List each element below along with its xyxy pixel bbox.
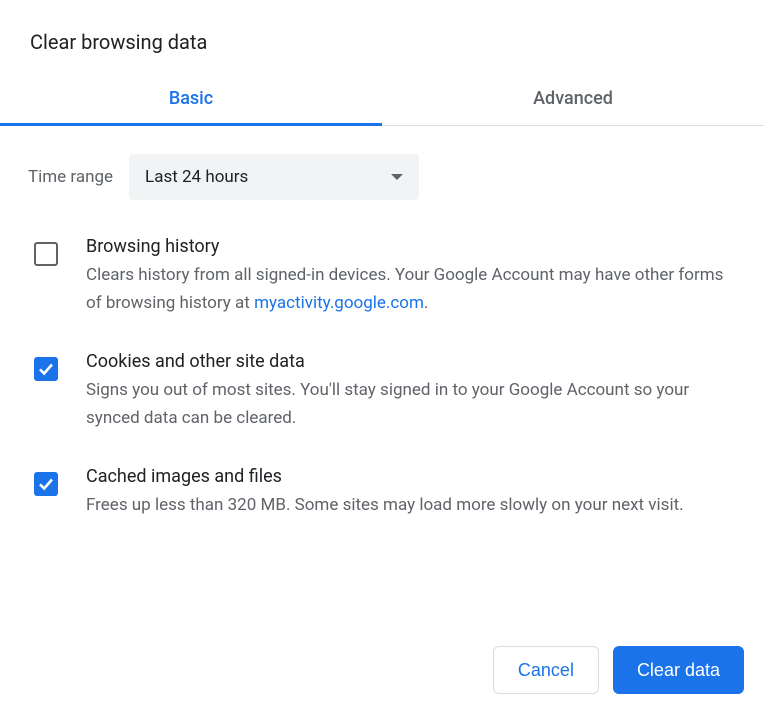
option-browsing-history: Browsing history Clears history from all… <box>34 236 734 317</box>
option-cache: Cached images and files Frees up less th… <box>34 466 734 519</box>
myactivity-link[interactable]: myactivity.google.com <box>254 293 424 313</box>
option-cookies: Cookies and other site data Signs you ou… <box>34 351 734 432</box>
dialog-footer: Cancel Clear data <box>493 646 744 694</box>
options-list: Browsing history Clears history from all… <box>0 216 764 519</box>
option-desc: Signs you out of most sites. You'll stay… <box>86 376 734 432</box>
time-range-label: Time range <box>28 167 113 187</box>
caret-down-icon <box>391 174 403 180</box>
option-desc: Frees up less than 320 MB. Some sites ma… <box>86 491 734 519</box>
check-icon <box>37 360 55 378</box>
option-desc: Clears history from all signed-in device… <box>86 261 734 317</box>
option-title: Browsing history <box>86 236 734 257</box>
tab-advanced[interactable]: Advanced <box>382 74 764 126</box>
tabs: Basic Advanced <box>0 74 764 126</box>
dialog-title: Clear browsing data <box>0 0 764 74</box>
checkbox-browsing-history[interactable] <box>34 242 58 266</box>
check-icon <box>37 475 55 493</box>
desc-text: . <box>424 293 428 313</box>
cancel-button[interactable]: Cancel <box>493 646 599 694</box>
time-range-select[interactable]: Last 24 hours <box>129 154 419 200</box>
clear-data-button[interactable]: Clear data <box>613 646 744 694</box>
checkbox-cache[interactable] <box>34 472 58 496</box>
option-text: Cookies and other site data Signs you ou… <box>86 351 734 432</box>
checkbox-cookies[interactable] <box>34 357 58 381</box>
option-text: Cached images and files Frees up less th… <box>86 466 734 519</box>
time-range-value: Last 24 hours <box>145 167 248 187</box>
option-title: Cached images and files <box>86 466 734 487</box>
option-title: Cookies and other site data <box>86 351 734 372</box>
tab-basic[interactable]: Basic <box>0 74 382 126</box>
option-text: Browsing history Clears history from all… <box>86 236 734 317</box>
time-range-row: Time range Last 24 hours <box>0 126 764 216</box>
